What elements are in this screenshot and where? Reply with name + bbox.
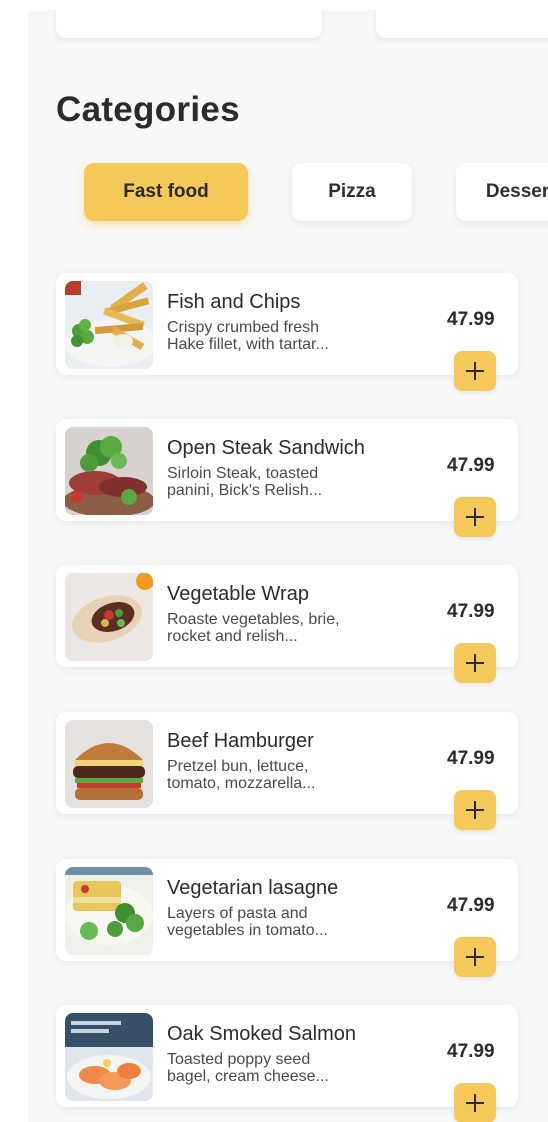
menu-item[interactable]: Open Steak Sandwich Sirloin Steak, toast…: [56, 419, 518, 537]
item-description-line: rocket and relish...: [167, 628, 298, 645]
smoked-salmon-image: [65, 1013, 153, 1101]
item-name: Vegetable Wrap: [167, 583, 309, 605]
add-to-cart-button[interactable]: [454, 790, 496, 830]
item-description: Sirloin Steak, toasted panini, Bick's Re…: [167, 465, 387, 499]
item-description: Pretzel bun, lettuce, tomato, mozzarella…: [167, 758, 387, 792]
item-description-line: Crispy crumbed fresh: [167, 319, 320, 336]
item-description-line: Layers of pasta and: [167, 905, 308, 922]
item-description-line: Pretzel bun, lettuce,: [167, 758, 309, 775]
category-desserts-button[interactable]: Desserts: [456, 163, 548, 221]
plus-icon: [466, 948, 484, 966]
menu-item[interactable]: Beef Hamburger Pretzel bun, lettuce, tom…: [56, 712, 518, 830]
item-description: Layers of pasta and vegetables in tomato…: [167, 905, 387, 939]
menu-item[interactable]: Oak Smoked Salmon Toasted poppy seed bag…: [56, 1005, 518, 1122]
item-description: Toasted poppy seed bagel, cream cheese..…: [167, 1051, 387, 1085]
item-price: 47.99: [447, 748, 495, 769]
lasagne-image: [65, 867, 153, 955]
plus-icon: [466, 801, 484, 819]
category-pizza-button[interactable]: Pizza: [292, 163, 412, 221]
item-description-line: Hake fillet, with tartar...: [167, 336, 329, 353]
item-description-line: bagel, cream cheese...: [167, 1068, 329, 1085]
vegetable-wrap-image: [65, 573, 153, 661]
add-to-cart-button[interactable]: [454, 1083, 496, 1122]
add-to-cart-button[interactable]: [454, 351, 496, 391]
item-price: 47.99: [447, 601, 495, 622]
menu-item[interactable]: Fish and Chips Crispy crumbed fresh Hake…: [56, 273, 518, 391]
plus-icon: [466, 362, 484, 380]
item-name: Oak Smoked Salmon: [167, 1023, 356, 1045]
fish-and-chips-image: [65, 281, 153, 369]
menu-item[interactable]: Vegetable Wrap Roaste vegetables, brie, …: [56, 565, 518, 683]
item-description-line: Toasted poppy seed: [167, 1051, 311, 1068]
category-fast-food-button[interactable]: Fast food: [84, 163, 248, 221]
item-price: 47.99: [447, 455, 495, 476]
add-to-cart-button[interactable]: [454, 643, 496, 683]
steak-sandwich-image: [65, 427, 153, 515]
menu-item[interactable]: Vegetarian lasagne Layers of pasta and v…: [56, 859, 518, 977]
item-description-line: Sirloin Steak, toasted: [167, 465, 319, 482]
item-name: Vegetarian lasagne: [167, 877, 339, 899]
item-description: Roaste vegetables, brie, rocket and reli…: [167, 611, 387, 645]
menu-panel: Categories Fast food Pizza Desserts: [28, 10, 548, 1122]
item-description-line: tomato, mozzarella...: [167, 775, 316, 792]
item-name: Fish and Chips: [167, 291, 301, 313]
item-description-line: Roaste vegetables, brie,: [167, 611, 340, 628]
item-description-line: panini, Bick's Relish...: [167, 482, 323, 499]
plus-icon: [466, 654, 484, 672]
previous-card-right[interactable]: [376, 10, 548, 38]
category-tabs: Fast food Pizza Desserts: [56, 163, 548, 223]
plus-icon: [466, 508, 484, 526]
add-to-cart-button[interactable]: [454, 497, 496, 537]
beef-hamburger-image: [65, 720, 153, 808]
item-name: Open Steak Sandwich: [167, 437, 365, 459]
item-price: 47.99: [447, 1041, 495, 1062]
item-description-line: vegetables in tomato...: [167, 922, 328, 939]
item-price: 47.99: [447, 895, 495, 916]
add-to-cart-button[interactable]: [454, 937, 496, 977]
previous-card-left[interactable]: [56, 10, 322, 38]
item-description: Crispy crumbed fresh Hake fillet, with t…: [167, 319, 387, 353]
item-name: Beef Hamburger: [167, 730, 314, 752]
plus-icon: [466, 1094, 484, 1112]
item-price: 47.99: [447, 309, 495, 330]
categories-title: Categories: [56, 90, 240, 129]
